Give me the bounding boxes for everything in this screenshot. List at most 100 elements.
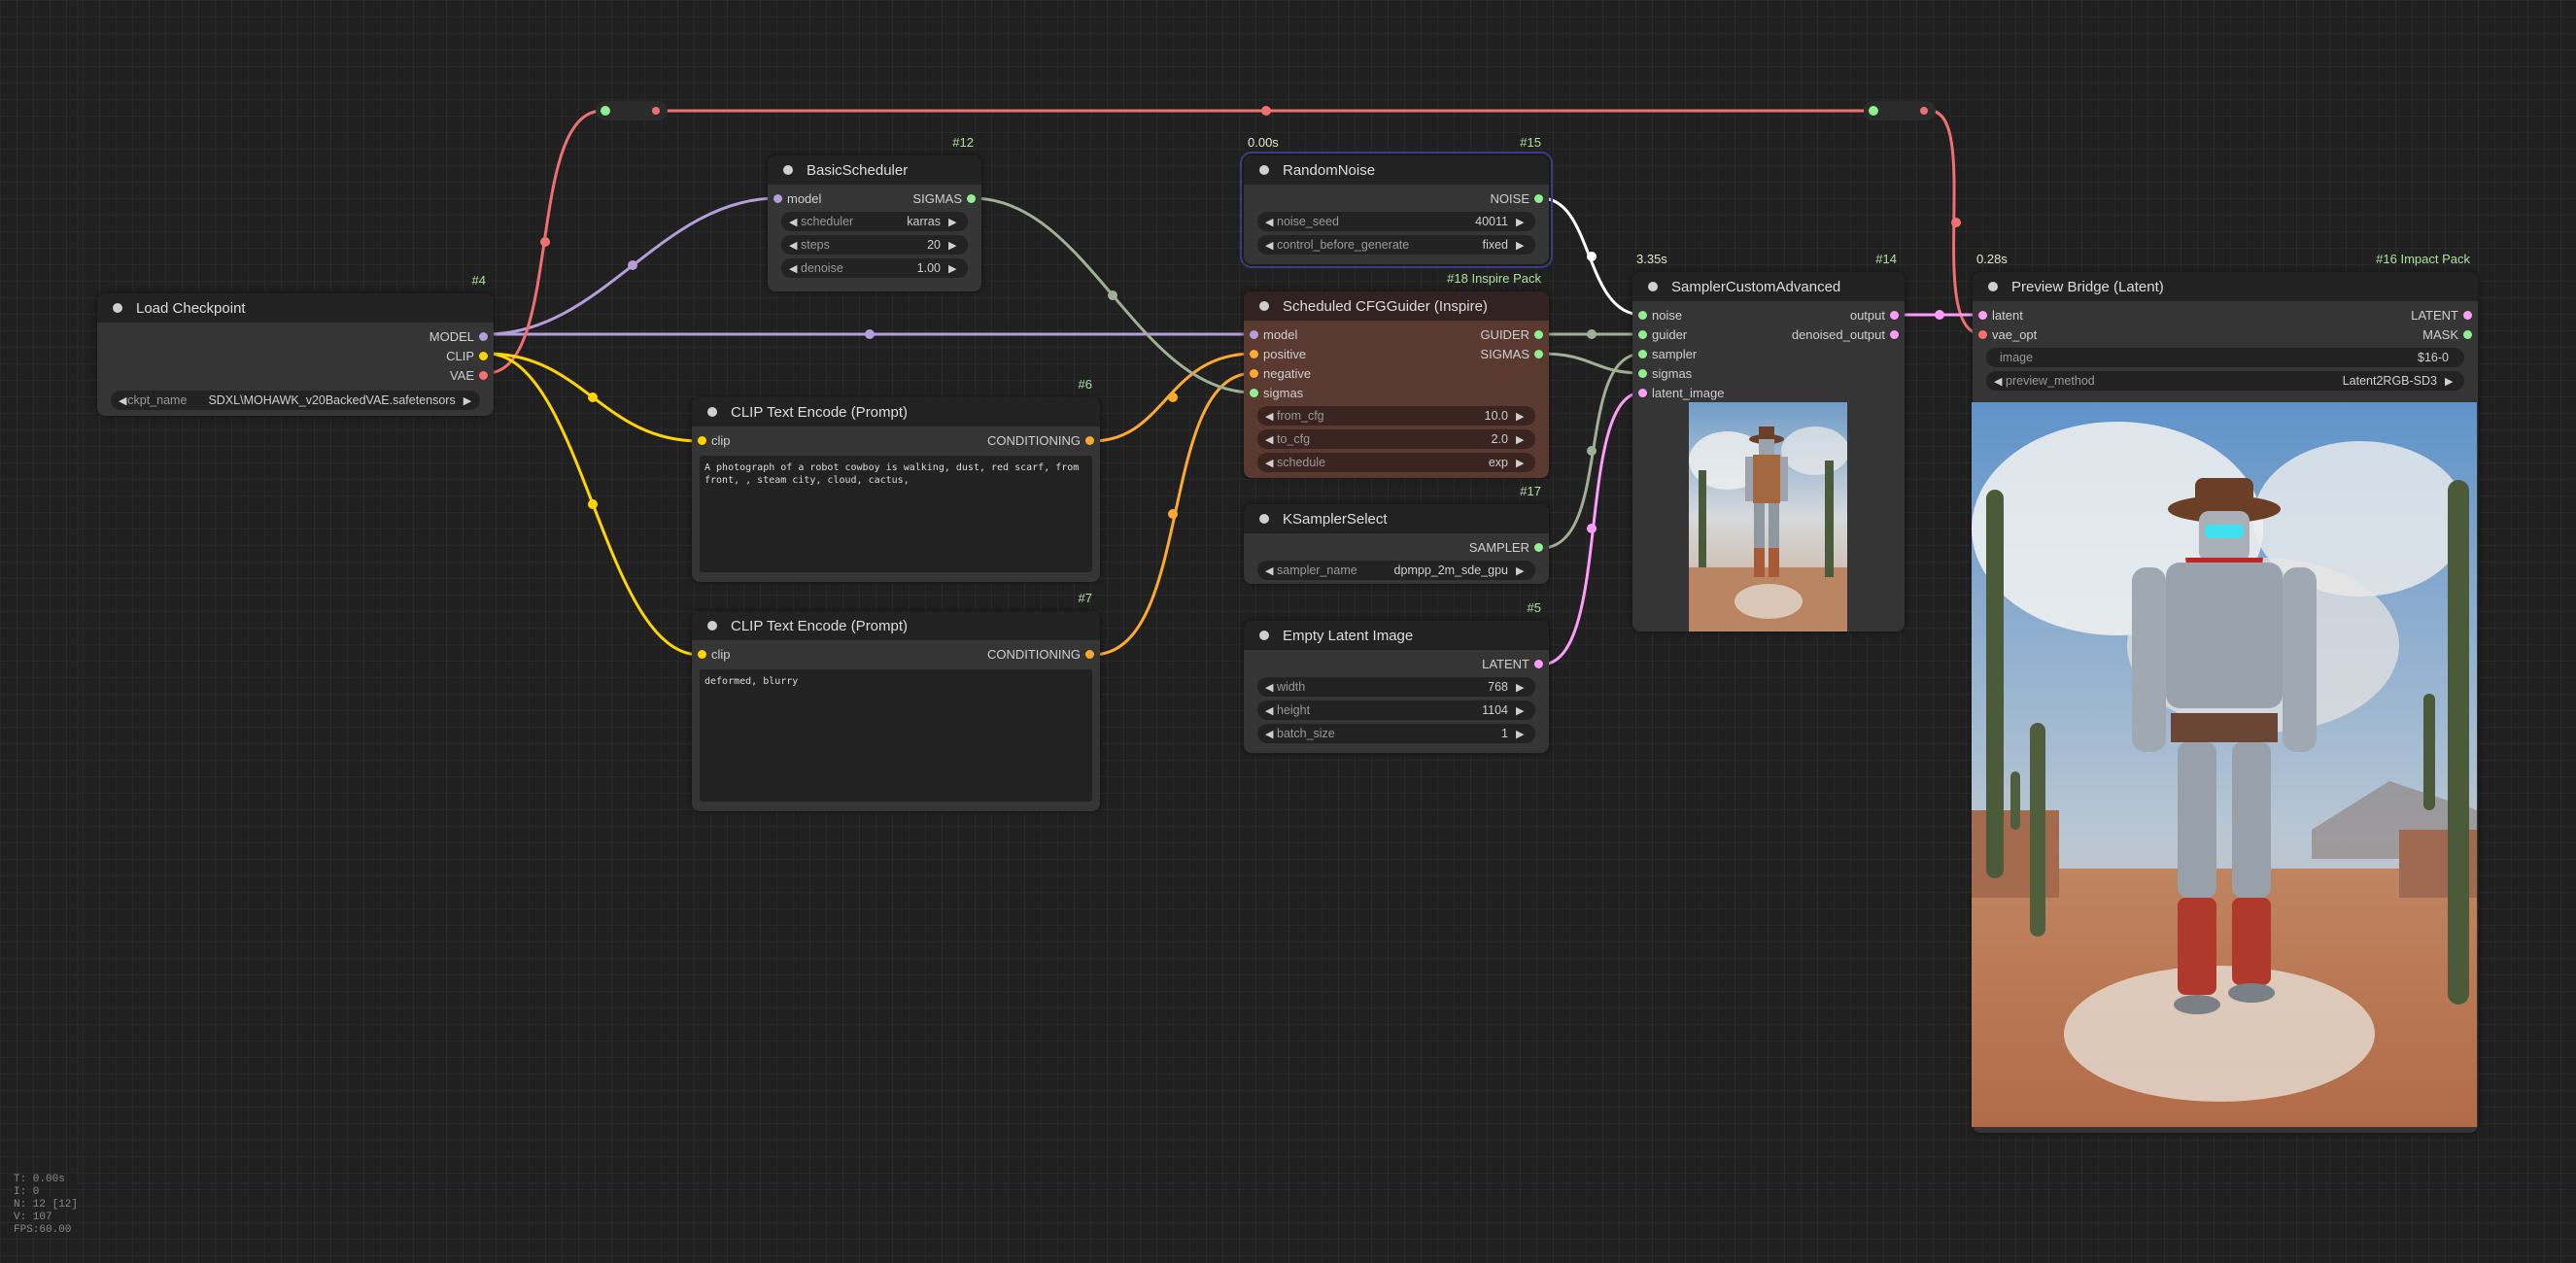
socket-icon[interactable]	[479, 352, 488, 360]
node-ksampler-select[interactable]: #17 KSamplerSelect SAMPLER ◀ sampler_name…	[1244, 484, 1549, 584]
io-slot-positive-sigmas[interactable]: positive SIGMAS	[1244, 344, 1549, 363]
right-arrow-icon[interactable]: ▶	[1516, 681, 1528, 694]
node-title-bar[interactable]: CLIP Text Encode (Prompt)	[692, 611, 1100, 640]
output-slot-clip[interactable]: CLIP	[97, 346, 494, 365]
output-slot-sampler[interactable]: SAMPLER	[1244, 537, 1549, 557]
right-arrow-icon[interactable]: ▶	[1516, 433, 1528, 446]
io-slot-model-guider[interactable]: model GUIDER	[1244, 324, 1549, 344]
socket-icon[interactable]	[1250, 350, 1258, 358]
io-slot-noise-output[interactable]: noise output	[1632, 305, 1905, 324]
widget-ckpt-name[interactable]: ◀ ckpt_name SDXL\MOHAWK_v20BackedVAE.saf…	[111, 391, 480, 410]
left-arrow-icon[interactable]: ◀	[1265, 728, 1277, 740]
output-slot-noise[interactable]: NOISE	[1244, 188, 1549, 208]
socket-icon[interactable]	[1890, 311, 1899, 320]
collapse-dot-icon[interactable]	[707, 407, 717, 417]
left-arrow-icon[interactable]: ◀	[1265, 410, 1277, 423]
right-arrow-icon[interactable]: ▶	[1516, 239, 1528, 252]
socket-icon[interactable]	[1534, 543, 1543, 552]
io-slot-vae-opt-mask[interactable]: vae_opt MASK	[1973, 324, 2478, 344]
node-title-bar[interactable]: CLIP Text Encode (Prompt)	[692, 397, 1100, 427]
socket-icon[interactable]	[1638, 330, 1647, 339]
widget-schedule[interactable]: ◀ schedule exp ▶	[1257, 453, 1535, 472]
widget-steps[interactable]: ◀ steps 20 ▶	[781, 235, 968, 255]
node-title-bar[interactable]: RandomNoise	[1244, 155, 1549, 185]
io-slot-guider-denoised[interactable]: guider denoised_output	[1632, 324, 1905, 344]
right-arrow-icon[interactable]: ▶	[948, 216, 960, 228]
io-slot-latent[interactable]: latent LATENT	[1973, 305, 2478, 324]
output-slot-latent[interactable]: LATENT	[1244, 654, 1549, 673]
socket-icon[interactable]	[479, 371, 488, 380]
prompt-text-input[interactable]: A photograph of a robot cowboy is walkin…	[700, 456, 1092, 572]
left-arrow-icon[interactable]: ◀	[1994, 375, 2006, 388]
left-arrow-icon[interactable]: ◀	[1265, 704, 1277, 717]
widget-image[interactable]: image $16-0	[1986, 348, 2464, 367]
io-slot-model-sigmas[interactable]: model SIGMAS	[768, 188, 981, 208]
socket-icon[interactable]	[1638, 311, 1647, 320]
node-title-bar[interactable]: Empty Latent Image	[1244, 621, 1549, 650]
collapse-dot-icon[interactable]	[1259, 301, 1269, 311]
node-basic-scheduler[interactable]: #12 BasicScheduler model SIGMAS ◀ schedul…	[768, 135, 981, 291]
input-slot-negative[interactable]: negative	[1244, 363, 1549, 383]
right-arrow-icon[interactable]: ▶	[1516, 704, 1528, 717]
collapse-dot-icon[interactable]	[1648, 282, 1658, 291]
input-slot-sigmas[interactable]: sigmas	[1632, 363, 1905, 383]
left-arrow-icon[interactable]: ◀	[1265, 564, 1277, 577]
socket-icon[interactable]	[1085, 436, 1094, 445]
io-slot-clip-conditioning[interactable]: clip CONDITIONING	[692, 644, 1100, 664]
node-load-checkpoint[interactable]: #4 Load Checkpoint MODEL CLIP VAE ◀ ckpt…	[97, 273, 494, 416]
widget-preview-method[interactable]: ◀ preview_method Latent2RGB-SD3 ▶	[1986, 371, 2464, 391]
widget-from-cfg[interactable]: ◀ from_cfg 10.0 ▶	[1257, 406, 1535, 426]
right-arrow-icon[interactable]: ▶	[2445, 375, 2456, 388]
socket-icon[interactable]	[1638, 389, 1647, 397]
socket-icon[interactable]	[1534, 194, 1543, 203]
input-slot-sigmas[interactable]: sigmas	[1244, 383, 1549, 402]
left-arrow-icon[interactable]: ◀	[119, 394, 127, 407]
widget-to-cfg[interactable]: ◀ to_cfg 2.0 ▶	[1257, 429, 1535, 449]
reroute-node-1[interactable]	[596, 101, 668, 120]
collapse-dot-icon[interactable]	[783, 165, 793, 175]
input-slot-sampler[interactable]: sampler	[1632, 344, 1905, 363]
socket-icon[interactable]	[1534, 660, 1543, 668]
widget-control-before-generate[interactable]: ◀ control_before_generate fixed ▶	[1257, 235, 1535, 255]
right-arrow-icon[interactable]: ▶	[1516, 216, 1528, 228]
left-arrow-icon[interactable]: ◀	[789, 239, 801, 252]
left-arrow-icon[interactable]: ◀	[1265, 239, 1277, 252]
node-clip-text-encode-negative[interactable]: #7 CLIP Text Encode (Prompt) clip CONDIT…	[692, 591, 1100, 811]
left-arrow-icon[interactable]: ◀	[1265, 216, 1277, 228]
socket-icon[interactable]	[1250, 369, 1258, 378]
collapse-dot-icon[interactable]	[1259, 514, 1269, 524]
node-random-noise[interactable]: 0.00s #15 RandomNoise NOISE ◀ noise_seed 4…	[1240, 135, 1553, 268]
widget-sampler-name[interactable]: ◀ sampler_name dpmpp_2m_sde_gpu ▶	[1257, 561, 1535, 580]
left-arrow-icon[interactable]: ◀	[789, 262, 801, 275]
socket-icon[interactable]	[1534, 350, 1543, 358]
output-slot-vae[interactable]: VAE	[97, 365, 494, 385]
left-arrow-icon[interactable]: ◀	[789, 216, 801, 228]
widget-denoise[interactable]: ◀ denoise 1.00 ▶	[781, 258, 968, 278]
socket-icon[interactable]	[1250, 389, 1258, 397]
collapse-dot-icon[interactable]	[1259, 631, 1269, 640]
widget-height[interactable]: ◀ height 1104 ▶	[1257, 700, 1535, 720]
socket-icon[interactable]	[1085, 650, 1094, 659]
widget-noise-seed[interactable]: ◀ noise_seed 40011 ▶	[1257, 212, 1535, 231]
node-empty-latent-image[interactable]: #5 Empty Latent Image LATENT ◀ width 768 ▶ …	[1244, 600, 1549, 753]
widget-scheduler[interactable]: ◀ scheduler karras ▶	[781, 212, 968, 231]
socket-icon[interactable]	[2463, 311, 2472, 320]
node-clip-text-encode-positive[interactable]: #6 CLIP Text Encode (Prompt) clip CONDIT…	[692, 377, 1100, 582]
socket-icon[interactable]	[967, 194, 976, 203]
socket-icon[interactable]	[698, 650, 706, 659]
socket-icon[interactable]	[1638, 350, 1647, 358]
input-slot-latent-image[interactable]: latent_image	[1632, 383, 1905, 402]
node-title-bar[interactable]: Preview Bridge (Latent)	[1973, 272, 2478, 301]
collapse-dot-icon[interactable]	[1988, 282, 1998, 291]
right-arrow-icon[interactable]: ▶	[1516, 728, 1528, 740]
socket-icon[interactable]	[773, 194, 782, 203]
socket-icon[interactable]	[1638, 369, 1647, 378]
right-arrow-icon[interactable]: ▶	[1516, 457, 1528, 469]
right-arrow-icon[interactable]: ▶	[1516, 564, 1528, 577]
node-title-bar[interactable]: Scheduled CFGGuider (Inspire)	[1244, 291, 1549, 321]
preview-bridge-image[interactable]	[1972, 402, 2477, 1127]
collapse-dot-icon[interactable]	[113, 303, 122, 313]
widget-width[interactable]: ◀ width 768 ▶	[1257, 677, 1535, 697]
collapse-dot-icon[interactable]	[1259, 165, 1269, 175]
right-arrow-icon[interactable]: ▶	[464, 394, 472, 407]
